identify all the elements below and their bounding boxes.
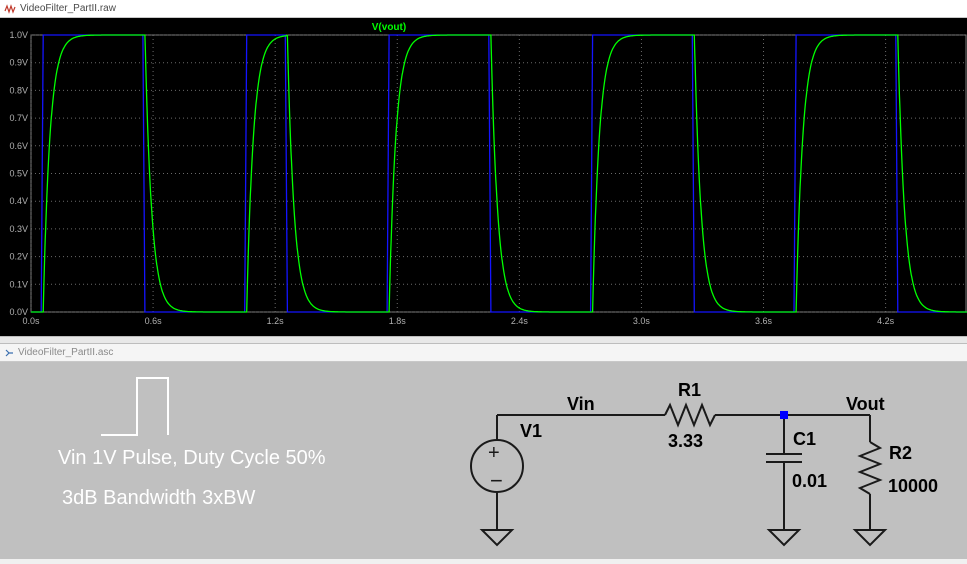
- y-tick-label: 0.4V: [9, 196, 28, 206]
- waveform-plot[interactable]: 1.0V 0.9V 0.8V 0.7V 0.6V 0.5V 0.4V 0.3V 0.2V 0.1V…: [0, 18, 967, 336]
- resistor-r1[interactable]: [664, 402, 716, 428]
- net-label-vin[interactable]: Vin: [567, 394, 595, 414]
- capacitor-c1[interactable]: [766, 453, 802, 463]
- r2-value[interactable]: 10000: [888, 476, 938, 496]
- svg-text:−: −: [490, 468, 503, 493]
- ground-symbol-v1[interactable]: [479, 529, 515, 547]
- trace-label: V(vout): [372, 22, 406, 33]
- ground-symbol-c1[interactable]: [766, 529, 802, 547]
- schematic-note-duty-cycle[interactable]: Vin 1V Pulse, Duty Cycle 50%: [58, 447, 326, 469]
- y-tick-label: 0.9V: [9, 58, 28, 68]
- y-tick-label: 0.6V: [9, 141, 28, 151]
- x-tick-label: 2.4s: [511, 316, 529, 326]
- waveform-window-icon: [4, 3, 16, 14]
- voltage-source-v1[interactable]: + −: [470, 439, 524, 493]
- net-label-vout[interactable]: Vout: [846, 394, 885, 414]
- x-tick-label: 3.6s: [755, 316, 773, 326]
- junction-dot: [780, 411, 788, 419]
- x-tick-label: 0.0s: [22, 316, 40, 326]
- r2-label[interactable]: R2: [889, 443, 912, 463]
- svg-text:+: +: [488, 442, 500, 464]
- pulse-symbol: [101, 377, 169, 436]
- y-tick-label: 0.5V: [9, 169, 28, 179]
- schematic-note-bandwidth[interactable]: 3dB Bandwidth 3xBW: [62, 487, 256, 509]
- x-tick-label: 4.2s: [877, 316, 895, 326]
- r1-value[interactable]: 3.33: [668, 431, 703, 451]
- c1-label[interactable]: C1: [793, 429, 816, 449]
- y-tick-label: 1.0V: [9, 30, 28, 40]
- y-tick-label: 0.3V: [9, 224, 28, 234]
- pane-splitter[interactable]: [0, 336, 967, 344]
- x-tick-label: 3.0s: [633, 316, 651, 326]
- waveform-titlebar[interactable]: VideoFilter_PartII.raw: [0, 0, 967, 18]
- c1-value[interactable]: 0.01: [792, 471, 827, 491]
- resistor-r2[interactable]: [857, 441, 883, 495]
- y-tick-label: 0.7V: [9, 113, 28, 123]
- waveform-plot-pane[interactable]: 1.0V 0.9V 0.8V 0.7V 0.6V 0.5V 0.4V 0.3V 0.2V 0.1V…: [0, 18, 967, 336]
- schematic-window-title: VideoFilter_PartII.asc: [18, 347, 114, 358]
- v1-label[interactable]: V1: [520, 421, 542, 441]
- y-tick-label: 0.1V: [9, 279, 28, 289]
- ground-symbol-r2[interactable]: [852, 529, 888, 547]
- schematic-titlebar[interactable]: VideoFilter_PartII.asc: [0, 344, 967, 362]
- schematic-canvas[interactable]: Vin 1V Pulse, Duty Cycle 50% 3dB Bandwid…: [0, 362, 967, 559]
- x-tick-label: 1.8s: [389, 316, 407, 326]
- y-tick-label: 0.2V: [9, 252, 28, 262]
- x-tick-label: 0.6s: [145, 316, 163, 326]
- y-tick-label: 0.8V: [9, 85, 28, 95]
- schematic-svg[interactable]: Vin 1V Pulse, Duty Cycle 50% 3dB Bandwid…: [0, 362, 967, 559]
- waveform-window-title: VideoFilter_PartII.raw: [20, 3, 116, 14]
- schematic-window-icon: [5, 349, 13, 356]
- r1-label[interactable]: R1: [678, 380, 701, 400]
- x-tick-label: 1.2s: [267, 316, 285, 326]
